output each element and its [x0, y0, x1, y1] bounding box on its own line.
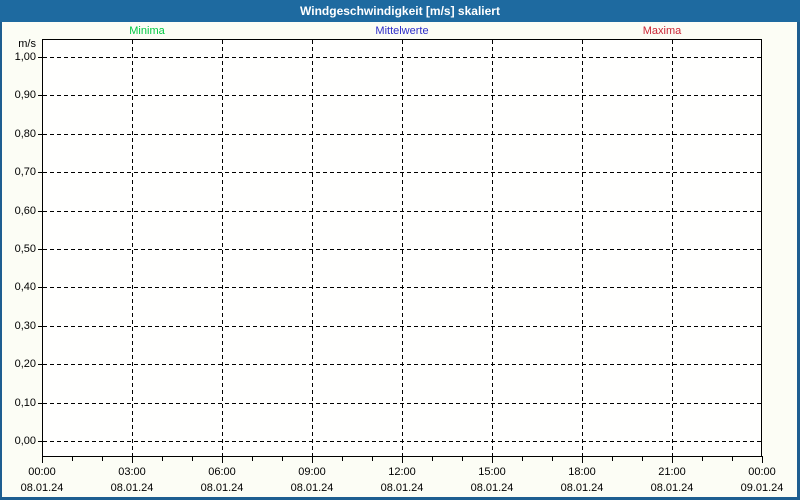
y-axis-unit-label: m/s: [0, 38, 36, 50]
chart-page: Windgeschwindigkeit [m/s] skaliert Minim…: [0, 0, 800, 500]
plot-area: [42, 39, 762, 457]
title-bar: Windgeschwindigkeit [m/s] skaliert: [0, 0, 800, 22]
page-title: Windgeschwindigkeit [m/s] skaliert: [300, 4, 500, 18]
